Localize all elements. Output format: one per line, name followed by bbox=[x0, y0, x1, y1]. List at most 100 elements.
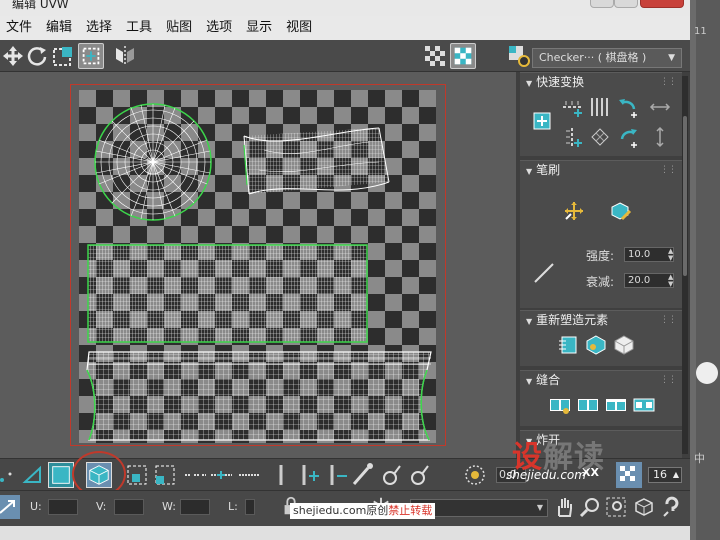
stitch-average-icon[interactable] bbox=[604, 393, 628, 417]
outer-label-mid: 中 bbox=[694, 452, 705, 465]
uv-shell-body[interactable] bbox=[86, 351, 432, 441]
flatten-icon[interactable] bbox=[612, 333, 636, 357]
pan-hand-icon[interactable] bbox=[552, 495, 576, 519]
loop-grow-icon[interactable] bbox=[296, 462, 322, 488]
paint-select-grow-icon[interactable] bbox=[378, 462, 404, 488]
grid-size-value: 16 bbox=[653, 468, 667, 481]
chevron-down-icon: ▼ bbox=[536, 503, 543, 512]
w-field[interactable] bbox=[180, 499, 210, 515]
minimize-button[interactable] bbox=[590, 0, 614, 8]
watermark-credit: shejiedu.com原创禁止转载 bbox=[290, 503, 436, 519]
soft-select-icon[interactable] bbox=[462, 462, 488, 488]
zoom-icon[interactable] bbox=[578, 495, 602, 519]
space-vertical-icon[interactable] bbox=[588, 125, 612, 149]
uv-shell-strip[interactable] bbox=[243, 127, 390, 195]
paint-select-icon[interactable] bbox=[350, 462, 376, 488]
u-field[interactable] bbox=[48, 499, 78, 515]
show-map-icon[interactable] bbox=[450, 43, 476, 69]
menu-bar: 文件 编辑 选择 工具 贴图 选项 显示 视图 bbox=[0, 16, 690, 40]
texture-dropdown[interactable]: Checker··· ( 棋盘格 ) ▼ bbox=[532, 48, 682, 68]
menu-mapping[interactable]: 贴图 bbox=[160, 16, 200, 40]
ring-select-icon[interactable] bbox=[182, 462, 208, 488]
strength-value: 10.0 bbox=[628, 249, 651, 260]
edge-select-icon[interactable] bbox=[20, 462, 46, 488]
uv-mesh[interactable] bbox=[79, 90, 436, 443]
uv-shell-rect[interactable] bbox=[87, 244, 368, 343]
help-icon[interactable] bbox=[660, 495, 684, 519]
paint-select-shrink-icon[interactable] bbox=[406, 462, 432, 488]
face-select-icon[interactable] bbox=[48, 462, 74, 488]
rollout-header[interactable]: ▼ 重新塑造元素 ⋮⋮ bbox=[520, 311, 682, 329]
ring-shrink-icon[interactable] bbox=[236, 462, 262, 488]
relax-brush-icon[interactable] bbox=[608, 199, 632, 223]
vertex-select-icon[interactable] bbox=[0, 462, 20, 488]
grip-icon: ⋮⋮ bbox=[660, 375, 677, 385]
settings-icon[interactable] bbox=[506, 43, 532, 69]
zoom-extents-icon[interactable] bbox=[632, 495, 656, 519]
align-center-h-icon[interactable] bbox=[648, 95, 672, 119]
align-center-v-icon[interactable] bbox=[648, 125, 672, 149]
loop-shrink-icon[interactable] bbox=[324, 462, 350, 488]
ring-grow-icon[interactable] bbox=[208, 462, 234, 488]
falloff-label: 衰减: bbox=[586, 275, 615, 289]
rollout-title: 缝合 bbox=[536, 373, 561, 387]
menu-select[interactable]: 选择 bbox=[80, 16, 120, 40]
move-icon[interactable] bbox=[0, 43, 26, 69]
menu-edit[interactable]: 编辑 bbox=[40, 16, 80, 40]
relax-icon[interactable] bbox=[584, 333, 608, 357]
l-checkbox[interactable] bbox=[245, 499, 255, 515]
stitch-custom-icon[interactable] bbox=[548, 393, 572, 417]
l-label: L: bbox=[228, 500, 238, 513]
rollout-quick-transform: ▼ 快速变换 ⋮⋮ bbox=[520, 72, 682, 156]
rotate-cw-icon[interactable] bbox=[616, 125, 640, 149]
pixel-snap-icon[interactable] bbox=[616, 462, 642, 488]
uv-shell-cap[interactable] bbox=[94, 103, 212, 221]
v-field[interactable] bbox=[114, 499, 144, 515]
align-horizontal-icon[interactable] bbox=[560, 95, 584, 119]
menu-file[interactable]: 文件 bbox=[0, 16, 40, 40]
maximize-button[interactable] bbox=[614, 0, 638, 8]
shrink-selection-icon[interactable] bbox=[152, 462, 178, 488]
rotate-ccw-icon[interactable] bbox=[616, 95, 640, 119]
straighten-icon[interactable] bbox=[556, 333, 580, 357]
menu-tools[interactable]: 工具 bbox=[120, 16, 160, 40]
rollout-header[interactable]: ▼ 快速变换 ⋮⋮ bbox=[520, 73, 682, 91]
scrollbar-thumb[interactable] bbox=[683, 116, 687, 276]
grow-selection-icon[interactable] bbox=[124, 462, 150, 488]
panel-scrollbar[interactable] bbox=[682, 76, 688, 454]
grip-icon: ⋮⋮ bbox=[660, 315, 677, 325]
w-label: W: bbox=[162, 500, 176, 513]
loop-select-icon[interactable] bbox=[268, 462, 294, 488]
rollout-brush: ▼ 笔刷 ⋮⋮ 强度: 10.0 ▲ ▼ 衰减: 20.0 ▲ ▼ bbox=[520, 160, 682, 308]
rollout-header[interactable]: ▼ 笔刷 ⋮⋮ bbox=[520, 161, 682, 179]
menu-display[interactable]: 显示 bbox=[240, 16, 280, 40]
menu-view[interactable]: 视图 bbox=[280, 16, 320, 40]
uv-viewport[interactable] bbox=[0, 72, 516, 458]
grid-size-field[interactable]: 16 ▲ bbox=[648, 467, 682, 483]
space-horizontal-icon[interactable] bbox=[588, 95, 612, 119]
stitch-to-target-icon[interactable] bbox=[576, 393, 600, 417]
brush-falloff-icon[interactable] bbox=[532, 261, 556, 285]
rollout-header[interactable]: ▼ 缝合 ⋮⋮ bbox=[520, 371, 682, 389]
absolute-mode-icon[interactable] bbox=[0, 495, 20, 519]
menu-options[interactable]: 选项 bbox=[200, 16, 240, 40]
scale-icon[interactable] bbox=[50, 43, 76, 69]
texture-dropdown-value: Checker··· ( 棋盘格 ) bbox=[539, 51, 647, 64]
sphere-icon bbox=[696, 362, 718, 384]
mirror-icon[interactable] bbox=[112, 43, 138, 69]
freeform-icon[interactable] bbox=[78, 43, 104, 69]
strength-spinner[interactable]: ▲ ▼ bbox=[668, 248, 673, 262]
zoom-region-icon[interactable] bbox=[604, 495, 628, 519]
close-button[interactable] bbox=[640, 0, 684, 8]
stitch-to-source-icon[interactable] bbox=[632, 393, 656, 417]
paint-move-icon[interactable] bbox=[562, 199, 586, 223]
transform-center-icon[interactable] bbox=[530, 109, 554, 133]
checker-pattern-icon[interactable] bbox=[422, 43, 448, 69]
falloff-field[interactable]: 20.0 bbox=[624, 273, 674, 288]
grip-icon: ⋮⋮ bbox=[660, 77, 677, 87]
align-vertical-icon[interactable] bbox=[560, 125, 584, 149]
grip-icon: ⋮⋮ bbox=[660, 165, 677, 175]
strength-field[interactable]: 10.0 bbox=[624, 247, 674, 262]
rotate-icon[interactable] bbox=[24, 43, 50, 69]
falloff-spinner[interactable]: ▲ ▼ bbox=[668, 274, 673, 288]
